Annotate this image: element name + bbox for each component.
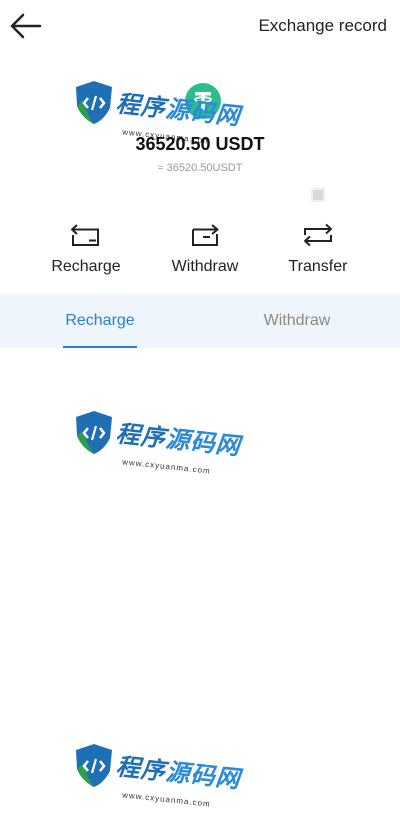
record-tabs: Recharge Withdraw	[0, 294, 400, 348]
balance-approx: ≈ 36520.50USDT	[157, 162, 243, 174]
recharge-icon	[71, 224, 99, 246]
exchange-record-screen: Exchange record 程序源码网 www.cxyuanma.com 3…	[0, 0, 400, 828]
exchange-record-link[interactable]: Exchange record	[258, 16, 387, 36]
shield-icon	[76, 81, 112, 124]
watermark-url: www.cxyuanma.com	[121, 457, 212, 476]
watermark-text: 程序源码网	[114, 90, 242, 131]
watermark-url: www.cxyuanma.com	[121, 790, 212, 809]
withdraw-label: Withdraw	[171, 258, 239, 275]
transfer-button[interactable]: Transfer	[268, 222, 368, 282]
shield-icon	[76, 744, 112, 787]
visibility-toggle[interactable]	[311, 188, 325, 202]
balance-amount: 36520.50 USDT	[135, 134, 265, 154]
active-tab-indicator	[63, 346, 137, 348]
withdraw-button[interactable]: Withdraw	[155, 222, 255, 282]
withdraw-icon	[192, 224, 219, 246]
back-button[interactable]	[8, 10, 44, 42]
transfer-icon	[304, 223, 332, 247]
recharge-button[interactable]: Recharge	[36, 222, 136, 282]
transfer-label: Transfer	[288, 258, 348, 275]
watermark-logo: 程序源码网 www.cxyuanma.com	[70, 737, 242, 815]
watermark-text: 程序源码网	[114, 753, 242, 794]
recharge-label: Recharge	[51, 258, 121, 275]
shield-icon	[76, 411, 112, 454]
tab-recharge[interactable]: Recharge	[0, 294, 200, 348]
watermark-logo: 程序源码网 www.cxyuanma.com	[70, 404, 242, 482]
arrow-left-icon	[10, 13, 42, 39]
header: Exchange record	[0, 0, 400, 52]
watermark-text: 程序源码网	[114, 420, 242, 461]
tab-withdraw[interactable]: Withdraw	[197, 294, 397, 348]
